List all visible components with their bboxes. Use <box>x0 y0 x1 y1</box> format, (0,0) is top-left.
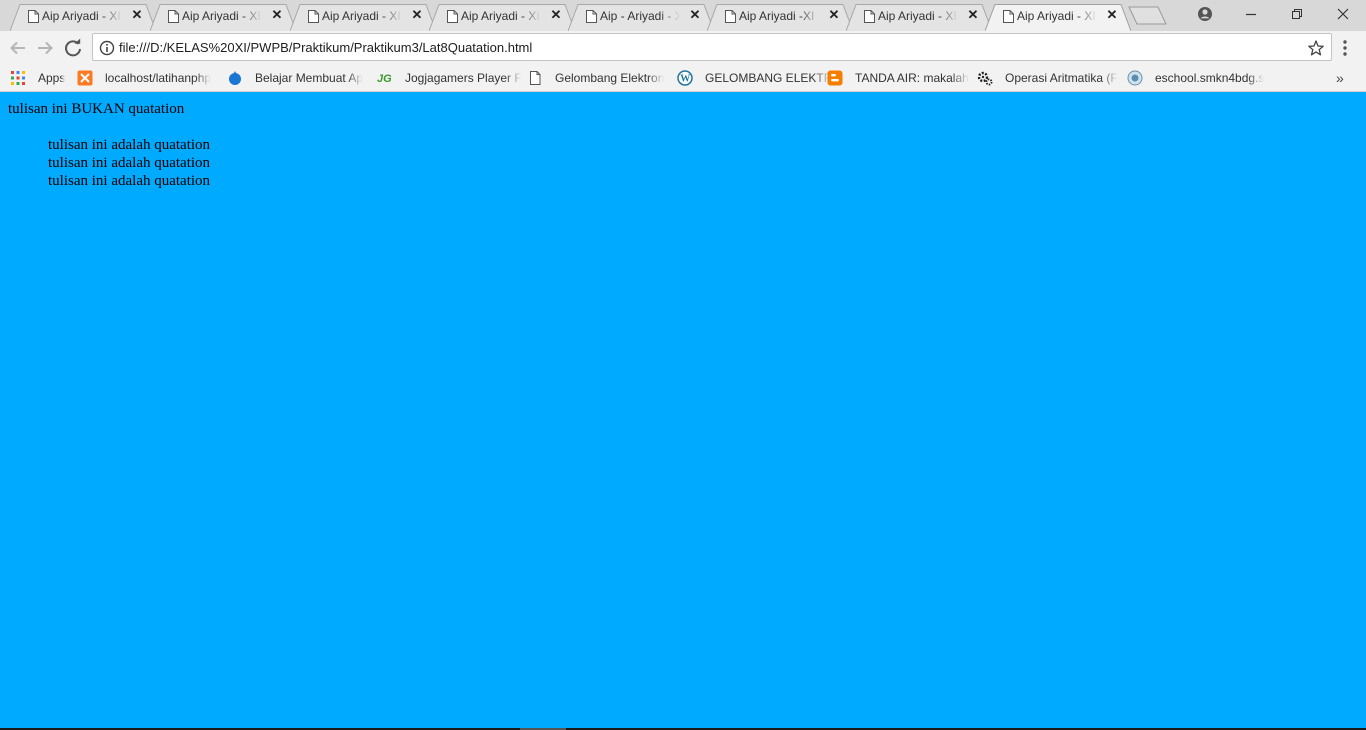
bookmark-label: Gelombang Elektron <box>555 71 665 85</box>
svg-text:W: W <box>680 74 690 85</box>
jg-logo-icon: JG <box>377 73 392 85</box>
gears-icon <box>977 71 993 86</box>
blockquote: tulisan ini adalah quatation tulisan ini… <box>48 136 210 190</box>
close-tab-icon[interactable]: ✕ <box>1105 8 1119 22</box>
page-icon <box>28 10 39 23</box>
page-content: tulisan ini BUKAN quatation tulisan ini … <box>0 93 1366 728</box>
tab-title: Aip Ariyadi - XI <box>322 9 401 23</box>
bookmark-item[interactable]: Gelombang Elektron <box>527 69 665 87</box>
forward-arrow-icon[interactable] <box>33 36 57 60</box>
bookmark-label: eschool.smkn4bdg.s <box>1155 71 1265 85</box>
tab-strip: Aip Ariyadi - XI ✕ Aip Ariyadi - XI ✕ Ai… <box>0 0 1366 31</box>
close-tab-icon[interactable]: ✕ <box>966 8 980 22</box>
bookmark-label: Operasi Aritmatika (F <box>1005 71 1118 85</box>
bookmark-item[interactable]: W GELOMBANG ELEKTR <box>677 69 832 87</box>
bookmark-item[interactable]: localhost/latihanphp <box>77 69 215 87</box>
browser-tab[interactable]: Aip Ariyadi - XI ✕ <box>846 4 992 31</box>
tab-title: Aip - Ariyadi - XI <box>600 9 680 23</box>
browser-toolbar: file:///D:/KELAS%20XI/PWPB/Praktikum/Pra… <box>0 31 1366 64</box>
svg-text:JG: JG <box>377 73 392 85</box>
quote-line: tulisan ini adalah quatation <box>48 155 211 171</box>
bookmark-item[interactable]: Belajar Membuat Ap <box>227 69 365 87</box>
minimize-button[interactable] <box>1228 0 1274 28</box>
plain-paragraph: tulisan ini BUKAN quatation <box>8 101 185 117</box>
xampp-icon <box>77 70 93 86</box>
bookmark-star-icon[interactable] <box>1307 39 1325 57</box>
quote-line: tulisan ini adalah quatation <box>48 137 211 153</box>
tab-title: Aip Ariyadi -XI <box>739 9 815 23</box>
blue-drop-icon <box>229 71 241 85</box>
page-icon <box>586 10 597 23</box>
page-icon <box>168 10 179 23</box>
tab-title: Aip Ariyadi - XI <box>42 9 121 23</box>
page-icon <box>725 10 736 23</box>
tab-title: Aip Ariyadi - XI <box>1017 9 1096 23</box>
restore-button[interactable] <box>1274 0 1320 28</box>
bookmark-label: TANDA AIR: makalah <box>855 71 969 85</box>
page-icon <box>447 10 458 23</box>
browser-tab[interactable]: Aip Ariyadi - XI ✕ <box>10 4 156 31</box>
tab-title: Aip Ariyadi - XI <box>182 9 261 23</box>
tab-title: Aip Ariyadi - XI <box>878 9 957 23</box>
bookmarks-bar: Apps localhost/latihanphp Belajar Membua… <box>0 64 1366 92</box>
back-arrow-icon[interactable] <box>6 36 30 60</box>
restore-icon <box>1292 9 1302 19</box>
browser-tab[interactable]: Aip Ariyadi - XI ✕ <box>429 4 575 31</box>
browser-tab[interactable]: Aip Ariyadi - XI ✕ <box>150 4 296 31</box>
close-icon <box>1337 8 1349 20</box>
bookmark-label: Jogjagamers Player F <box>405 71 522 85</box>
page-icon <box>1003 10 1014 23</box>
quote-line: tulisan ini adalah quatation <box>48 173 211 189</box>
bookmark-item[interactable]: JG Jogjagamers Player F <box>377 69 522 87</box>
blogger-icon <box>827 70 843 86</box>
minimize-icon <box>1246 13 1256 16</box>
bookmark-label: Belajar Membuat Ap <box>255 71 364 85</box>
reload-icon[interactable] <box>61 36 85 60</box>
account-icon <box>1198 7 1212 21</box>
bookmark-label: GELOMBANG ELEKTR <box>705 71 833 85</box>
profile-button[interactable] <box>1182 0 1228 28</box>
url-text[interactable]: file:///D:/KELAS%20XI/PWPB/Praktikum/Pra… <box>119 40 532 55</box>
address-bar[interactable]: file:///D:/KELAS%20XI/PWPB/Praktikum/Pra… <box>92 33 1332 61</box>
close-tab-icon[interactable]: ✕ <box>410 8 424 22</box>
bookmarks-overflow-button[interactable]: » <box>1336 70 1344 86</box>
close-tab-icon[interactable]: ✕ <box>688 8 702 22</box>
close-tab-icon[interactable]: ✕ <box>827 8 841 22</box>
bookmark-label: Apps <box>38 71 66 85</box>
school-globe-icon <box>1127 70 1143 86</box>
info-icon[interactable] <box>99 40 115 56</box>
close-tab-icon[interactable]: ✕ <box>549 8 563 22</box>
kebab-menu-icon[interactable] <box>1339 38 1351 58</box>
apps-grid-icon <box>11 71 25 85</box>
page-icon <box>864 10 875 23</box>
close-window-button[interactable] <box>1320 0 1366 28</box>
bookmark-apps[interactable]: Apps <box>10 69 70 87</box>
browser-tab[interactable]: Aip - Ariyadi - XI ✕ <box>568 4 714 31</box>
page-icon <box>530 71 541 85</box>
bookmark-label: localhost/latihanphp <box>105 71 212 85</box>
close-tab-icon[interactable]: ✕ <box>270 8 284 22</box>
browser-tab-active[interactable]: Aip Ariyadi - XI ✕ <box>985 4 1131 31</box>
close-tab-icon[interactable]: ✕ <box>130 8 144 22</box>
page-icon <box>308 10 319 23</box>
browser-tab[interactable]: Aip Ariyadi -XI ✕ <box>707 4 853 31</box>
tab-title: Aip Ariyadi - XI <box>461 9 540 23</box>
new-tab-button[interactable] <box>1128 6 1168 25</box>
bookmark-item[interactable]: eschool.smkn4bdg.s <box>1127 69 1265 87</box>
bookmark-item[interactable]: TANDA AIR: makalah <box>827 69 969 87</box>
bookmark-item[interactable]: Operasi Aritmatika (F <box>977 69 1118 87</box>
browser-tab[interactable]: Aip Ariyadi - XI ✕ <box>290 4 436 31</box>
wordpress-icon: W <box>677 70 693 86</box>
